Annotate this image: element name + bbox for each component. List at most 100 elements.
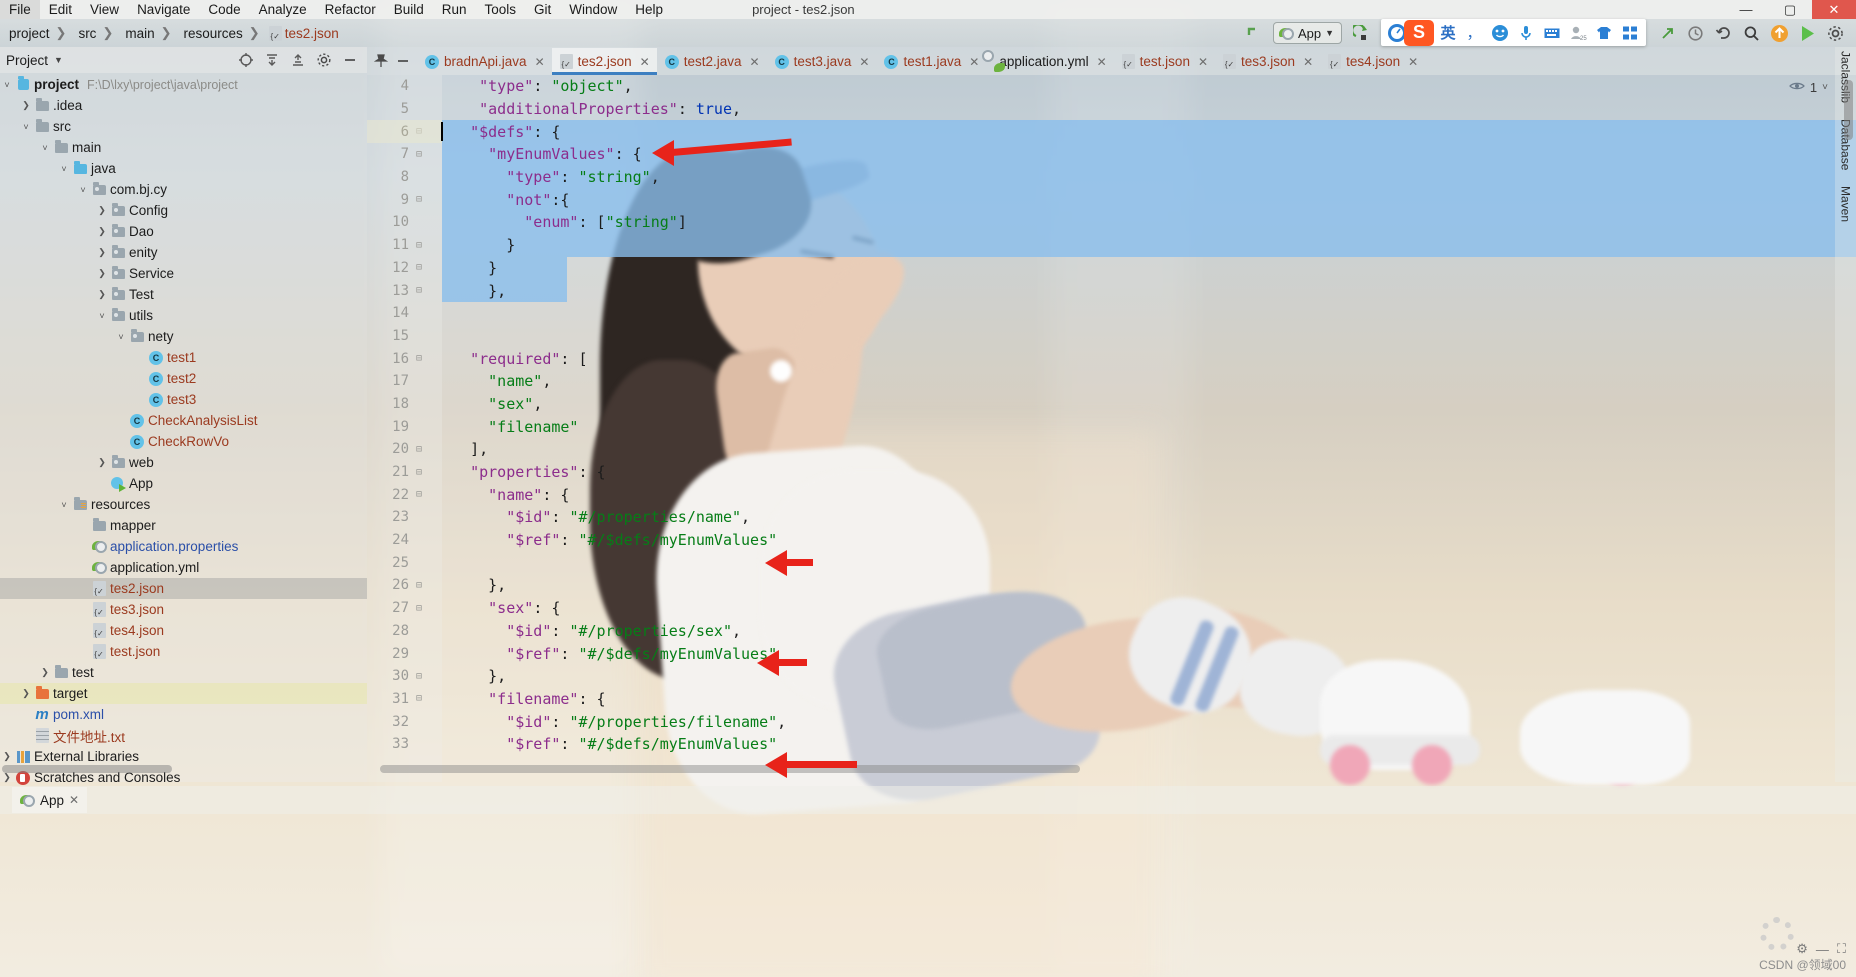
- sogou-logo-icon[interactable]: S: [1404, 19, 1434, 46]
- tree-expand-arrow-icon[interactable]: ˅: [95, 311, 109, 321]
- pin-tab-icon[interactable]: [371, 51, 391, 71]
- editor-tab-application-yml[interactable]: application.yml ✕: [986, 48, 1113, 75]
- code-fold-icon[interactable]: ⊟: [409, 353, 429, 364]
- menu-edit[interactable]: Edit: [40, 0, 81, 19]
- code-line-21[interactable]: 21 ⊟ "properties": {: [367, 461, 1856, 484]
- tree-node-pom-xml[interactable]: m pom.xml: [0, 704, 367, 725]
- run-icon[interactable]: [1348, 21, 1374, 45]
- close-icon[interactable]: ✕: [747, 55, 760, 69]
- search-everywhere-icon[interactable]: [1738, 21, 1764, 45]
- close-button[interactable]: ✕: [1812, 0, 1856, 19]
- tree-node-test3[interactable]: Ctest3: [0, 389, 367, 410]
- code-line-32[interactable]: 32 "$id": "#/properties/filename",: [367, 710, 1856, 733]
- code-line-27[interactable]: 27 ⊟ "sex": {: [367, 597, 1856, 620]
- settings-gear-icon[interactable]: ⚙: [1796, 941, 1808, 957]
- editor-tab-tes3-json[interactable]: tes3.json ✕: [1215, 48, 1320, 75]
- code-fold-icon[interactable]: ⊟: [409, 580, 429, 591]
- code-line-16[interactable]: 16 ⊟ "required": [: [367, 347, 1856, 370]
- tree-expand-arrow-icon[interactable]: ˅: [38, 143, 52, 153]
- breadcrumb-project[interactable]: project: [0, 26, 53, 41]
- tree-node-test1[interactable]: Ctest1: [0, 347, 367, 368]
- code-editor[interactable]: 4 "type": "object", 5 "additionalProperti…: [367, 75, 1856, 782]
- breadcrumb-tes2-json[interactable]: tes2.json: [263, 25, 342, 41]
- tree-node-utils[interactable]: ˅ utils: [0, 305, 367, 326]
- select-opened-file-icon[interactable]: [235, 50, 257, 70]
- code-line-5[interactable]: 5 "additionalProperties": true,: [367, 98, 1856, 121]
- tree-expand-arrow-icon[interactable]: ˅: [114, 332, 128, 342]
- code-fold-icon[interactable]: ⊟: [409, 489, 429, 500]
- tree-node-web[interactable]: ❯ web: [0, 452, 367, 473]
- close-icon[interactable]: ✕: [1195, 55, 1208, 69]
- editor-tab-bradnapi-java[interactable]: CbradnApi.java ✕: [417, 48, 552, 75]
- hide-tool-window-icon[interactable]: [339, 50, 361, 70]
- tree-node-dao[interactable]: ❯ Dao: [0, 221, 367, 242]
- code-line-31[interactable]: 31 ⊟ "filename": {: [367, 688, 1856, 711]
- code-fold-icon[interactable]: ⊟: [409, 693, 429, 704]
- update-project-icon[interactable]: [1766, 21, 1792, 45]
- menu-build[interactable]: Build: [385, 0, 433, 19]
- tree-node-service[interactable]: ❯ Service: [0, 263, 367, 284]
- tree-expand-arrow-icon[interactable]: ˅: [19, 122, 33, 132]
- hide-editor-icon[interactable]: [393, 51, 413, 71]
- close-icon[interactable]: ✕: [1094, 55, 1107, 69]
- editor-tab-test2-java[interactable]: Ctest2.java ✕: [657, 48, 767, 75]
- undo-icon[interactable]: [1710, 21, 1736, 45]
- editor-vertical-scrollbar[interactable]: [1844, 80, 1853, 140]
- build-project-icon[interactable]: [1241, 21, 1267, 45]
- code-fold-icon[interactable]: ⊟: [409, 240, 429, 251]
- code-line-22[interactable]: 22 ⊟ "name": {: [367, 483, 1856, 506]
- tree-node-test[interactable]: ❯ test: [0, 662, 367, 683]
- code-line-28[interactable]: 28 "$id": "#/properties/sex",: [367, 620, 1856, 643]
- code-line-15[interactable]: 15: [367, 325, 1856, 348]
- code-line-20[interactable]: 20 ⊟ ],: [367, 438, 1856, 461]
- tree-node-app[interactable]: App: [0, 473, 367, 494]
- close-icon[interactable]: ✕: [532, 55, 545, 69]
- run-configuration-selector[interactable]: App ▼: [1272, 22, 1342, 44]
- tree-node-checkrowvo[interactable]: C CheckRowVo: [0, 431, 367, 452]
- editor-tab-tes2-json[interactable]: tes2.json ✕: [551, 48, 657, 75]
- tree-node-project[interactable]: ˅ project F:\D\lxy\project\java\project: [0, 74, 367, 95]
- chevron-down-icon[interactable]: ▼: [54, 55, 63, 65]
- tree-node-test2[interactable]: Ctest2: [0, 368, 367, 389]
- menu-window[interactable]: Window: [560, 0, 626, 19]
- soft-keyboard-icon[interactable]: [1539, 21, 1565, 45]
- tree-node--txt[interactable]: 文件地址.txt: [0, 725, 367, 746]
- code-line-33[interactable]: 33 "$ref": "#/$defs/myEnumValues": [367, 733, 1856, 756]
- code-line-14[interactable]: 14: [367, 302, 1856, 325]
- code-fold-icon[interactable]: ⊟: [409, 149, 429, 160]
- menu-code[interactable]: Code: [199, 0, 249, 19]
- code-line-26[interactable]: 26 ⊟ },: [367, 574, 1856, 597]
- code-fold-icon[interactable]: ⊟: [409, 467, 429, 478]
- emoji-panel-icon[interactable]: [1487, 21, 1513, 45]
- close-icon[interactable]: ✕: [69, 793, 79, 807]
- tool-maven[interactable]: Maven: [1839, 186, 1853, 222]
- tree-expand-arrow-icon[interactable]: ˅: [76, 185, 90, 195]
- tree-expand-arrow-icon[interactable]: ❯: [38, 667, 52, 678]
- code-line-17[interactable]: 17 "name",: [367, 370, 1856, 393]
- tree-node-target[interactable]: ❯ target: [0, 683, 367, 704]
- skin-icon[interactable]: [1591, 21, 1617, 45]
- menu-navigate[interactable]: Navigate: [128, 0, 199, 19]
- tree-node-src[interactable]: ˅ src: [0, 116, 367, 137]
- code-fold-icon[interactable]: ⊟: [409, 444, 429, 455]
- close-icon[interactable]: ✕: [966, 55, 979, 69]
- chevron-down-icon[interactable]: ˅: [1822, 82, 1828, 93]
- code-line-29[interactable]: 29 "$ref": "#/$defs/myEnumValues": [367, 642, 1856, 665]
- voice-input-icon[interactable]: [1513, 21, 1539, 45]
- breadcrumb-resources[interactable]: resources: [175, 26, 246, 41]
- tree-node-external-libraries[interactable]: ❯ External Libraries: [0, 746, 367, 767]
- tree-node-main[interactable]: ˅ main: [0, 137, 367, 158]
- code-line-25[interactable]: 25: [367, 551, 1856, 574]
- code-line-23[interactable]: 23 "$id": "#/properties/name",: [367, 506, 1856, 529]
- code-line-12[interactable]: 12 ⊟ }: [367, 257, 1856, 280]
- tree-expand-arrow-icon[interactable]: ❯: [0, 772, 14, 783]
- menu-file[interactable]: File: [0, 0, 40, 19]
- tree-node-checkanalysislist[interactable]: C CheckAnalysisList: [0, 410, 367, 431]
- tree-node-test-json[interactable]: test.json: [0, 641, 367, 662]
- editor-tab-tes4-json[interactable]: tes4.json ✕: [1320, 48, 1425, 75]
- tree-node-tes4-json[interactable]: tes4.json: [0, 620, 367, 641]
- code-fold-icon[interactable]: ⊟: [409, 194, 429, 205]
- recent-files-icon[interactable]: [1682, 21, 1708, 45]
- tree-node-test[interactable]: ❯ Test: [0, 284, 367, 305]
- toolbox-icon[interactable]: [1617, 21, 1643, 45]
